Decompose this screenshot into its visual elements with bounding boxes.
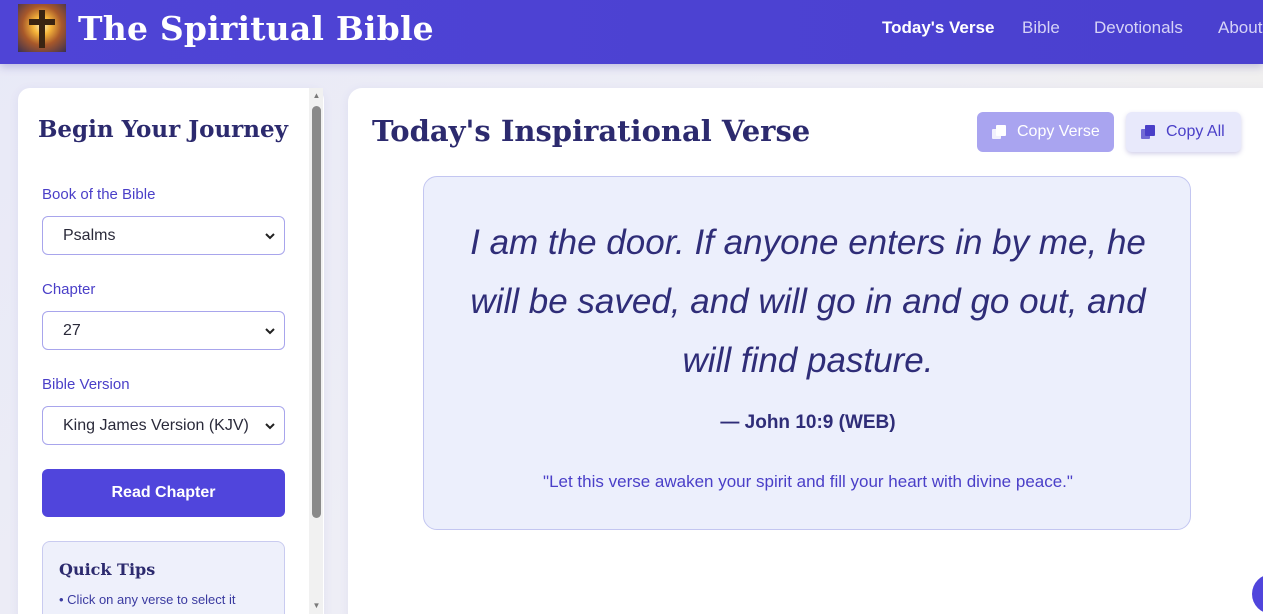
top-navbar: The Spiritual Bible Today's Verse Bible … [0, 0, 1263, 64]
nav-todays-verse[interactable]: Today's Verse [882, 18, 994, 38]
verse-box: I am the door. If anyone enters in by me… [423, 176, 1191, 530]
nav-bible[interactable]: Bible [1022, 18, 1060, 38]
book-select-value: Psalms [63, 227, 116, 244]
read-chapter-button[interactable]: Read Chapter [42, 469, 285, 517]
tips-title: Quick Tips [59, 560, 156, 579]
chapter-label: Chapter [42, 281, 96, 298]
book-select[interactable]: Psalms [42, 216, 285, 255]
version-select-value: King James Version (KJV) [63, 417, 249, 434]
quick-tips-panel: Quick Tips • Click on any verse to selec… [42, 541, 285, 614]
chapter-select-value: 27 [63, 322, 81, 339]
chevron-down-icon [265, 233, 275, 240]
copy-verse-label: Copy Verse [1017, 123, 1100, 140]
chapter-select[interactable]: 27 [42, 311, 285, 350]
journey-sidebar: Begin Your Journey Book of the Bible Psa… [18, 88, 324, 614]
book-label: Book of the Bible [42, 186, 156, 203]
verse-reference: — John 10:9 (WEB) [720, 412, 896, 433]
chevron-down-icon [265, 328, 275, 335]
copy-all-label: Copy All [1166, 123, 1225, 140]
page-title: Today's Inspirational Verse [372, 114, 811, 148]
verse-text[interactable]: I am the door. If anyone enters in by me… [448, 213, 1168, 390]
copy-icon [992, 125, 1006, 139]
verse-card: Today's Inspirational Verse Copy Verse C… [348, 88, 1263, 614]
sidebar-scrollbar-thumb[interactable] [312, 106, 321, 518]
copy-icon [1141, 125, 1155, 139]
verse-encouragement: "Let this verse awaken your spirit and f… [543, 472, 1073, 491]
main-nav: Today's Verse Bible Devotionals About [0, 18, 1263, 42]
scroll-up-arrow-icon[interactable]: ▲ [312, 92, 321, 100]
chevron-down-icon [265, 423, 275, 430]
copy-verse-button[interactable]: Copy Verse [977, 112, 1114, 152]
version-select[interactable]: King James Version (KJV) [42, 406, 285, 445]
scroll-down-arrow-icon[interactable]: ▼ [312, 602, 321, 610]
copy-all-button[interactable]: Copy All [1126, 112, 1241, 152]
nav-devotionals[interactable]: Devotionals [1094, 18, 1183, 38]
sidebar-title: Begin Your Journey [37, 116, 288, 143]
tip-item: • Click on any verse to select it [59, 592, 236, 607]
version-label: Bible Version [42, 376, 130, 393]
nav-about[interactable]: About [1218, 18, 1262, 38]
